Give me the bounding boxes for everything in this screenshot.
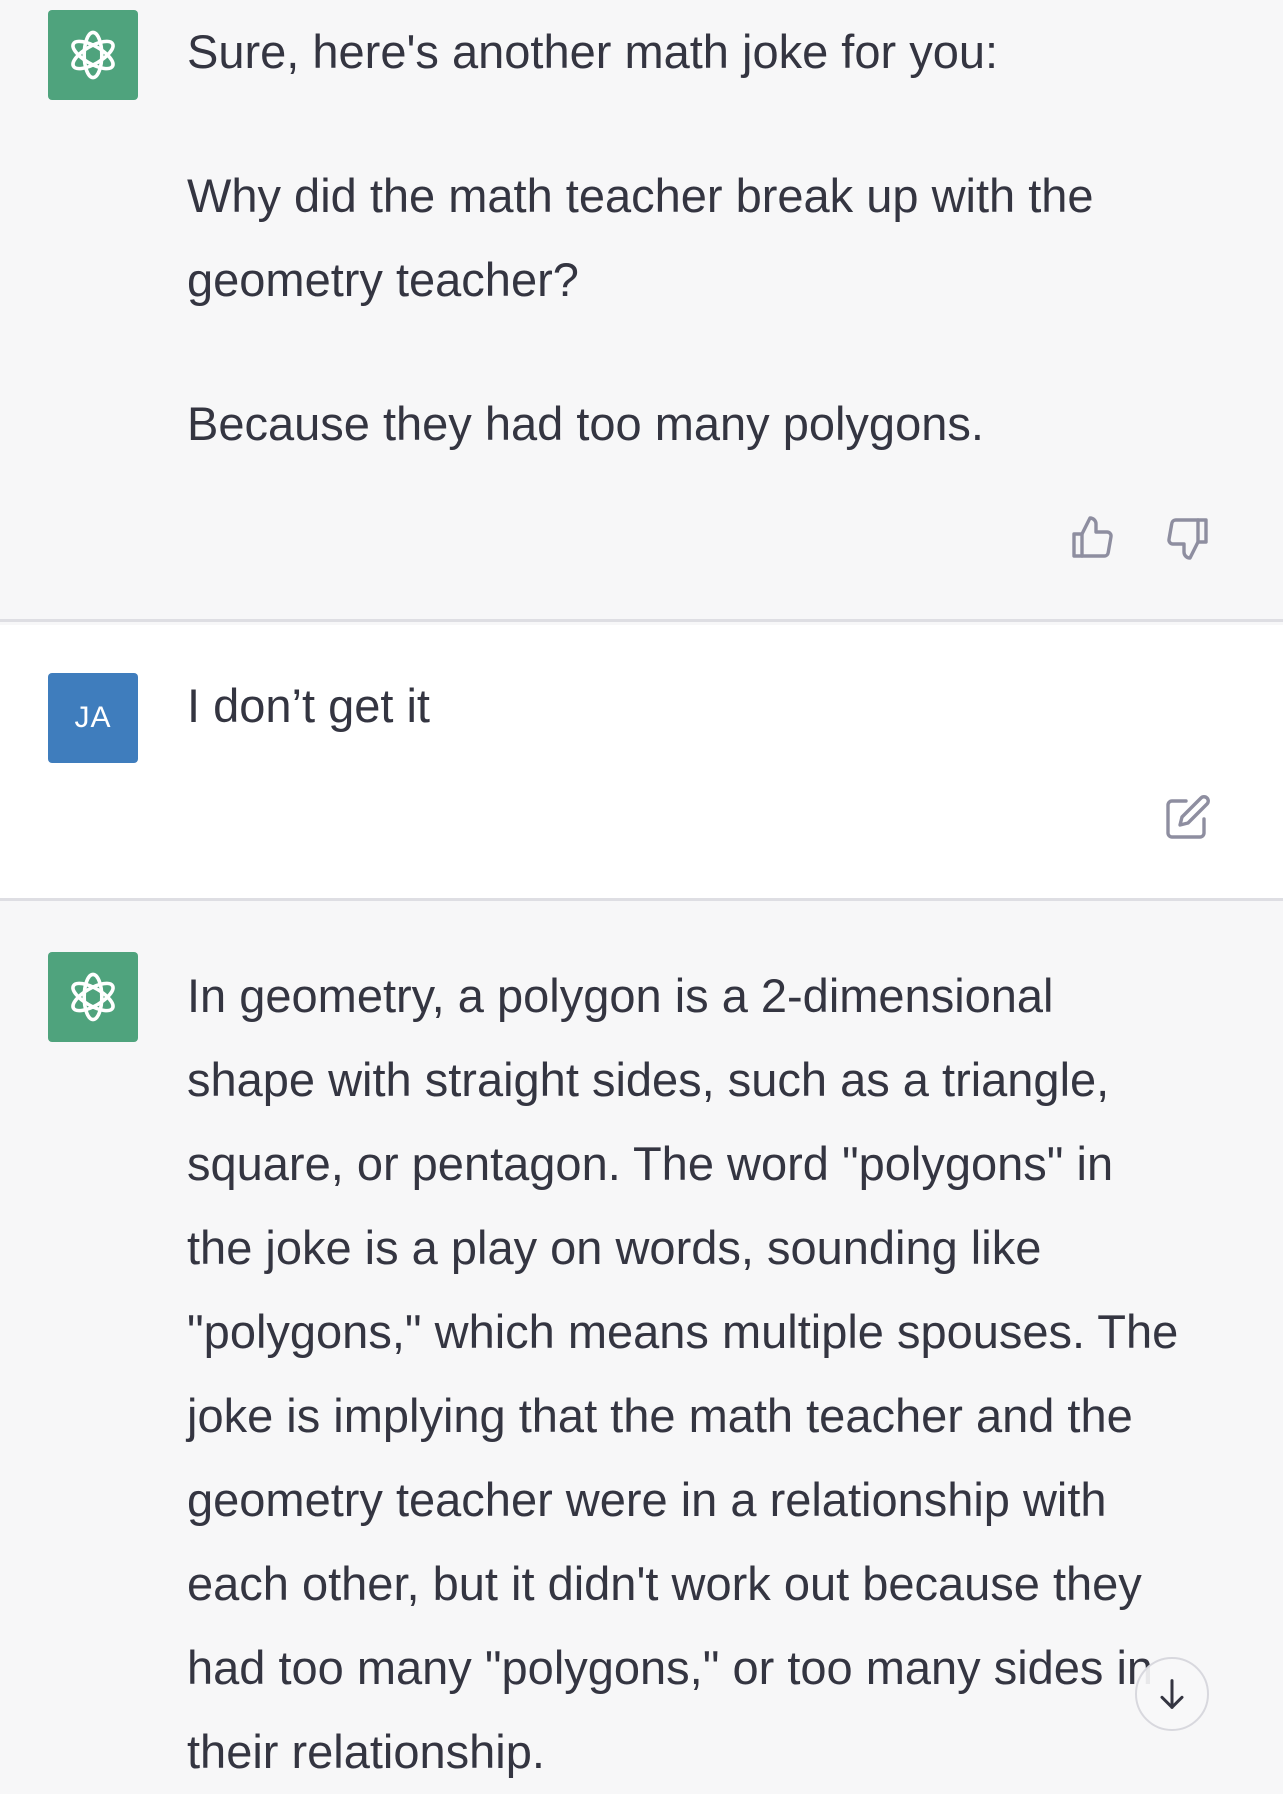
message-paragraph: I don’t get it [187, 679, 430, 732]
message-paragraph: Because they had too many polygons. [187, 397, 984, 450]
assistant-message: Sure, here's another math joke for you: … [0, 0, 1283, 622]
thumbs-down-icon[interactable] [1164, 514, 1212, 562]
user-avatar: JA [48, 673, 138, 763]
thumbs-up-icon[interactable] [1068, 514, 1116, 562]
user-message: JA I don’t get it [0, 625, 1283, 901]
openai-logo-icon [48, 952, 138, 1042]
openai-logo-icon [48, 10, 138, 100]
message-text: Sure, here's another math joke for you: … [187, 10, 1237, 466]
scroll-to-bottom-button[interactable] [1135, 1657, 1209, 1731]
message-paragraph: Sure, here's another math joke for you: [187, 25, 999, 78]
edit-icon[interactable] [1164, 793, 1212, 841]
message-paragraph: Why did the math teacher break up with t… [187, 169, 1094, 306]
assistant-message: In geometry, a polygon is a 2-dimensiona… [0, 904, 1283, 1789]
message-paragraph: In geometry, a polygon is a 2-dimensiona… [187, 969, 1179, 1778]
message-text: In geometry, a polygon is a 2-dimensiona… [187, 954, 1237, 1794]
arrow-down-icon [1160, 1679, 1184, 1709]
message-text: I don’t get it [187, 664, 1237, 748]
